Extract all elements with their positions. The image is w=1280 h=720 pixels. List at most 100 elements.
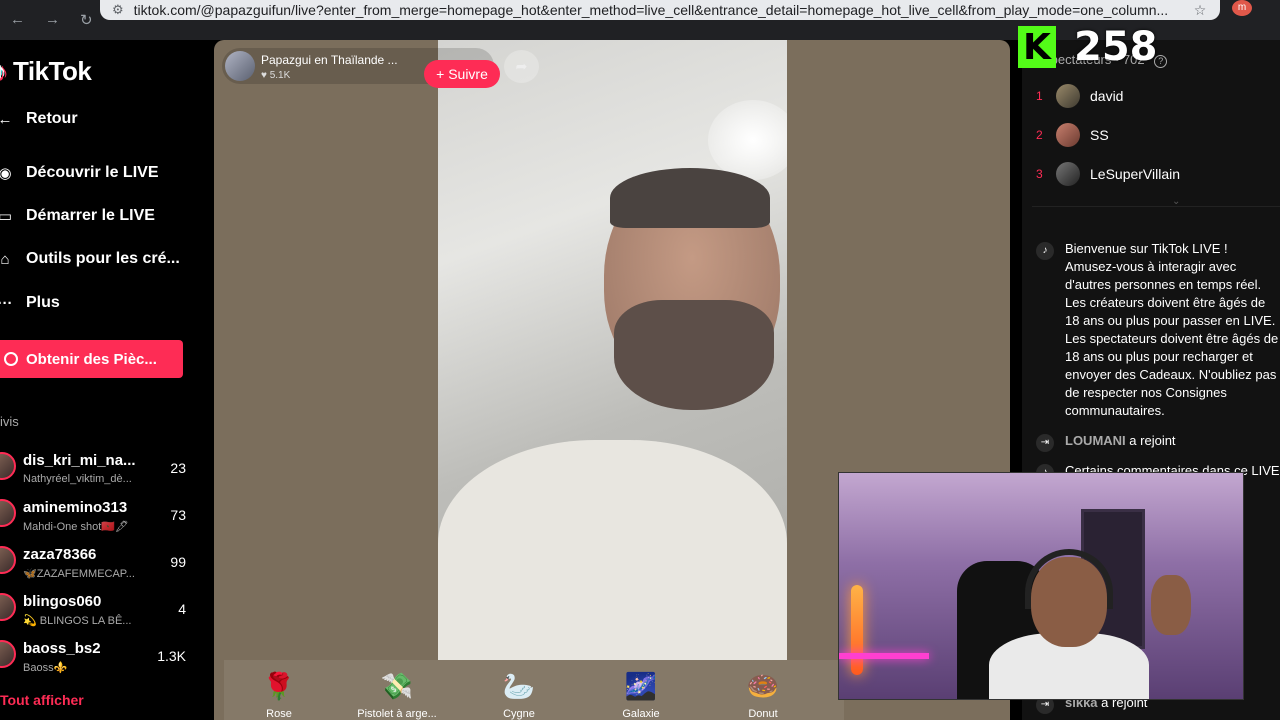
money-gun-icon: 💸 (380, 670, 414, 701)
rose-icon: 🌹 (262, 670, 296, 701)
viewer-rank: 2 (1036, 128, 1043, 142)
viewer-name: david (1090, 88, 1124, 104)
home-tools-icon: ⌂ (0, 250, 10, 268)
viewer-name: LeSuperVillain (1090, 166, 1181, 182)
get-coins-label: Obtenir des Pièc... (26, 350, 157, 368)
address-bar[interactable]: ⚙ tiktok.com/@papazguifun/live?enter_fro… (100, 0, 1220, 20)
following-item[interactable]: blingos060 💫 BLINGOS LA BÊ... 4 (0, 589, 200, 636)
site-settings-icon[interactable]: ⚙ (112, 2, 124, 18)
streamer-hair (610, 168, 770, 228)
swan-icon: 🦢 (502, 670, 536, 701)
viewer-rank: 1 (1036, 89, 1043, 103)
chat-text: Bienvenue sur TikTok LIVE ! Amusez-vous … (1065, 241, 1279, 418)
galaxy-icon: 🌌 (624, 670, 658, 701)
get-coins-button[interactable]: Obtenir des Pièc... (0, 340, 183, 378)
gift-item[interactable]: 🍩 Donut (708, 668, 818, 720)
menu-discover-live[interactable]: ◉ Découvrir le LIVE (0, 164, 159, 182)
following-live-title: 🦋ZAZAFEMMECAP... (23, 568, 135, 580)
streamer-beard (614, 300, 774, 410)
gift-item[interactable]: 🌹 Rose (224, 668, 334, 720)
menu-label: Outils pour les cré... (26, 250, 180, 267)
webcam-lamp (851, 585, 863, 675)
donut-icon: 🍩 (746, 670, 780, 701)
menu-back[interactable]: ← Retour (0, 110, 78, 128)
screen: ← → ↻ ⚙ tiktok.com/@papazguifun/live?ent… (0, 0, 1280, 720)
live-video[interactable] (438, 40, 787, 660)
following-item[interactable]: aminemino313 Mahdi-One shot🇲🇦🖋 73 (0, 495, 200, 542)
tiktok-logo[interactable]: ♪ TikTok (0, 56, 92, 87)
arrow-left-icon: ← (0, 110, 13, 128)
bookmark-star-icon[interactable]: ☆ (1180, 2, 1220, 19)
following-live-title: Mahdi-One shot🇲🇦🖋 (23, 521, 129, 533)
gift-item[interactable]: 💸 Pistolet à arge... (342, 668, 452, 720)
chat-text: a rejoint (1129, 433, 1176, 448)
browser-nav: ← → ↻ (0, 11, 93, 29)
logo-text: TikTok (13, 56, 92, 86)
more-icon: ··· (0, 294, 13, 312)
kick-logo-icon: K (1018, 26, 1056, 68)
video-camera-icon: ▭ (0, 208, 13, 225)
gift-label: Donut (748, 708, 778, 720)
following-item[interactable]: baoss_bs2 Baoss⚜️ 1.3K (0, 636, 200, 683)
see-all-link[interactable]: Tout afficher (0, 692, 84, 708)
following-item[interactable]: zaza78366 🦋ZAZAFEMMECAP... 99 (0, 542, 200, 589)
forward-arrow-icon[interactable]: → (45, 11, 60, 29)
counter-value: 258 (1074, 24, 1158, 70)
following-username: zaza78366 (23, 546, 97, 563)
profile-avatar[interactable]: m (1232, 0, 1252, 16)
host-avatar[interactable] (225, 51, 255, 81)
following-username: dis_kri_mi_na... (23, 452, 136, 469)
tiktok-note-icon: ♪ (1036, 242, 1054, 260)
host-likes: ♥ 5.1K (261, 70, 291, 81)
menu-label: Découvrir le LIVE (26, 164, 159, 181)
join-icon: ⇥ (1036, 434, 1054, 452)
follow-button[interactable]: + Suivre (424, 60, 500, 88)
menu-more[interactable]: ··· Plus (0, 294, 60, 312)
chat-message: ⇥ LOUMANI a rejoint (1034, 432, 1280, 452)
avatar (0, 593, 16, 621)
back-arrow-icon[interactable]: ← (10, 11, 25, 29)
host-name[interactable]: Papazgui en Thaïlande ... (261, 53, 398, 67)
following-item[interactable]: dis_kri_mi_na... Nathyréel_viktim_dè... … (0, 448, 200, 495)
chat-feed: ♪ Bienvenue sur TikTok LIVE ! Amusez-vou… (1034, 240, 1280, 714)
following-live-title: Nathyréel_viktim_dè... (23, 473, 132, 485)
gift-item[interactable]: 🌌 Galaxie (586, 668, 696, 720)
following-username: baoss_bs2 (23, 640, 101, 657)
top-viewer[interactable]: 2 SS (1036, 123, 1109, 147)
url-text: tiktok.com/@papazguifun/live?enter_from_… (133, 2, 1169, 18)
gift-label: Pistolet à arge... (357, 708, 437, 720)
streamer-body (438, 440, 787, 660)
webcam-led-strip (839, 653, 929, 659)
ceiling-light (708, 100, 787, 180)
avatar (1056, 162, 1080, 186)
host-info[interactable]: Papazgui en Thaïlande ... ♥ 5.1K + Suivr… (222, 48, 500, 88)
gift-item[interactable]: 🦢 Cygne (464, 668, 574, 720)
menu-label: Démarrer le LIVE (26, 207, 155, 224)
reload-icon[interactable]: ↻ (80, 11, 93, 29)
share-arrow-icon: ➦ (515, 58, 528, 74)
avatar (1056, 84, 1080, 108)
webcam-overlay (838, 472, 1244, 700)
following-live-title: 💫 BLINGOS LA BÊ... (23, 615, 132, 627)
viewer-count: 4 (178, 601, 186, 617)
live-icon: ◉ (0, 165, 12, 182)
menu-label: Retour (26, 110, 78, 127)
share-button[interactable]: ➦ (504, 50, 539, 83)
gift-label: Rose (266, 708, 292, 720)
menu-start-live[interactable]: ▭ Démarrer le LIVE (0, 207, 155, 225)
following-live-title: Baoss⚜️ (23, 662, 68, 674)
menu-creator-tools[interactable]: ⌂ Outils pour les cré... (0, 250, 180, 268)
gift-bar: 🌹 Rose 💸 Pistolet à arge... 🦢 Cygne 🌌 Ga… (224, 660, 844, 720)
top-viewer[interactable]: 3 LeSuperVillain (1036, 162, 1180, 186)
coin-icon (4, 352, 18, 366)
sidebar: ♪ TikTok ← Retour ◉ Découvrir le LIVE ▭ … (0, 40, 214, 720)
avatar (0, 546, 16, 574)
viewer-counter-overlay: K 258 (1018, 24, 1158, 70)
chat-username[interactable]: LOUMANI (1065, 433, 1126, 448)
viewer-count: 23 (170, 460, 186, 476)
viewer-count: 1.3K (157, 648, 186, 664)
top-viewer[interactable]: 1 david (1036, 84, 1123, 108)
viewer-rank: 3 (1036, 167, 1043, 181)
following-list: dis_kri_mi_na... Nathyréel_viktim_dè... … (0, 448, 200, 683)
chat-message: ♪ Bienvenue sur TikTok LIVE ! Amusez-vou… (1034, 240, 1280, 420)
